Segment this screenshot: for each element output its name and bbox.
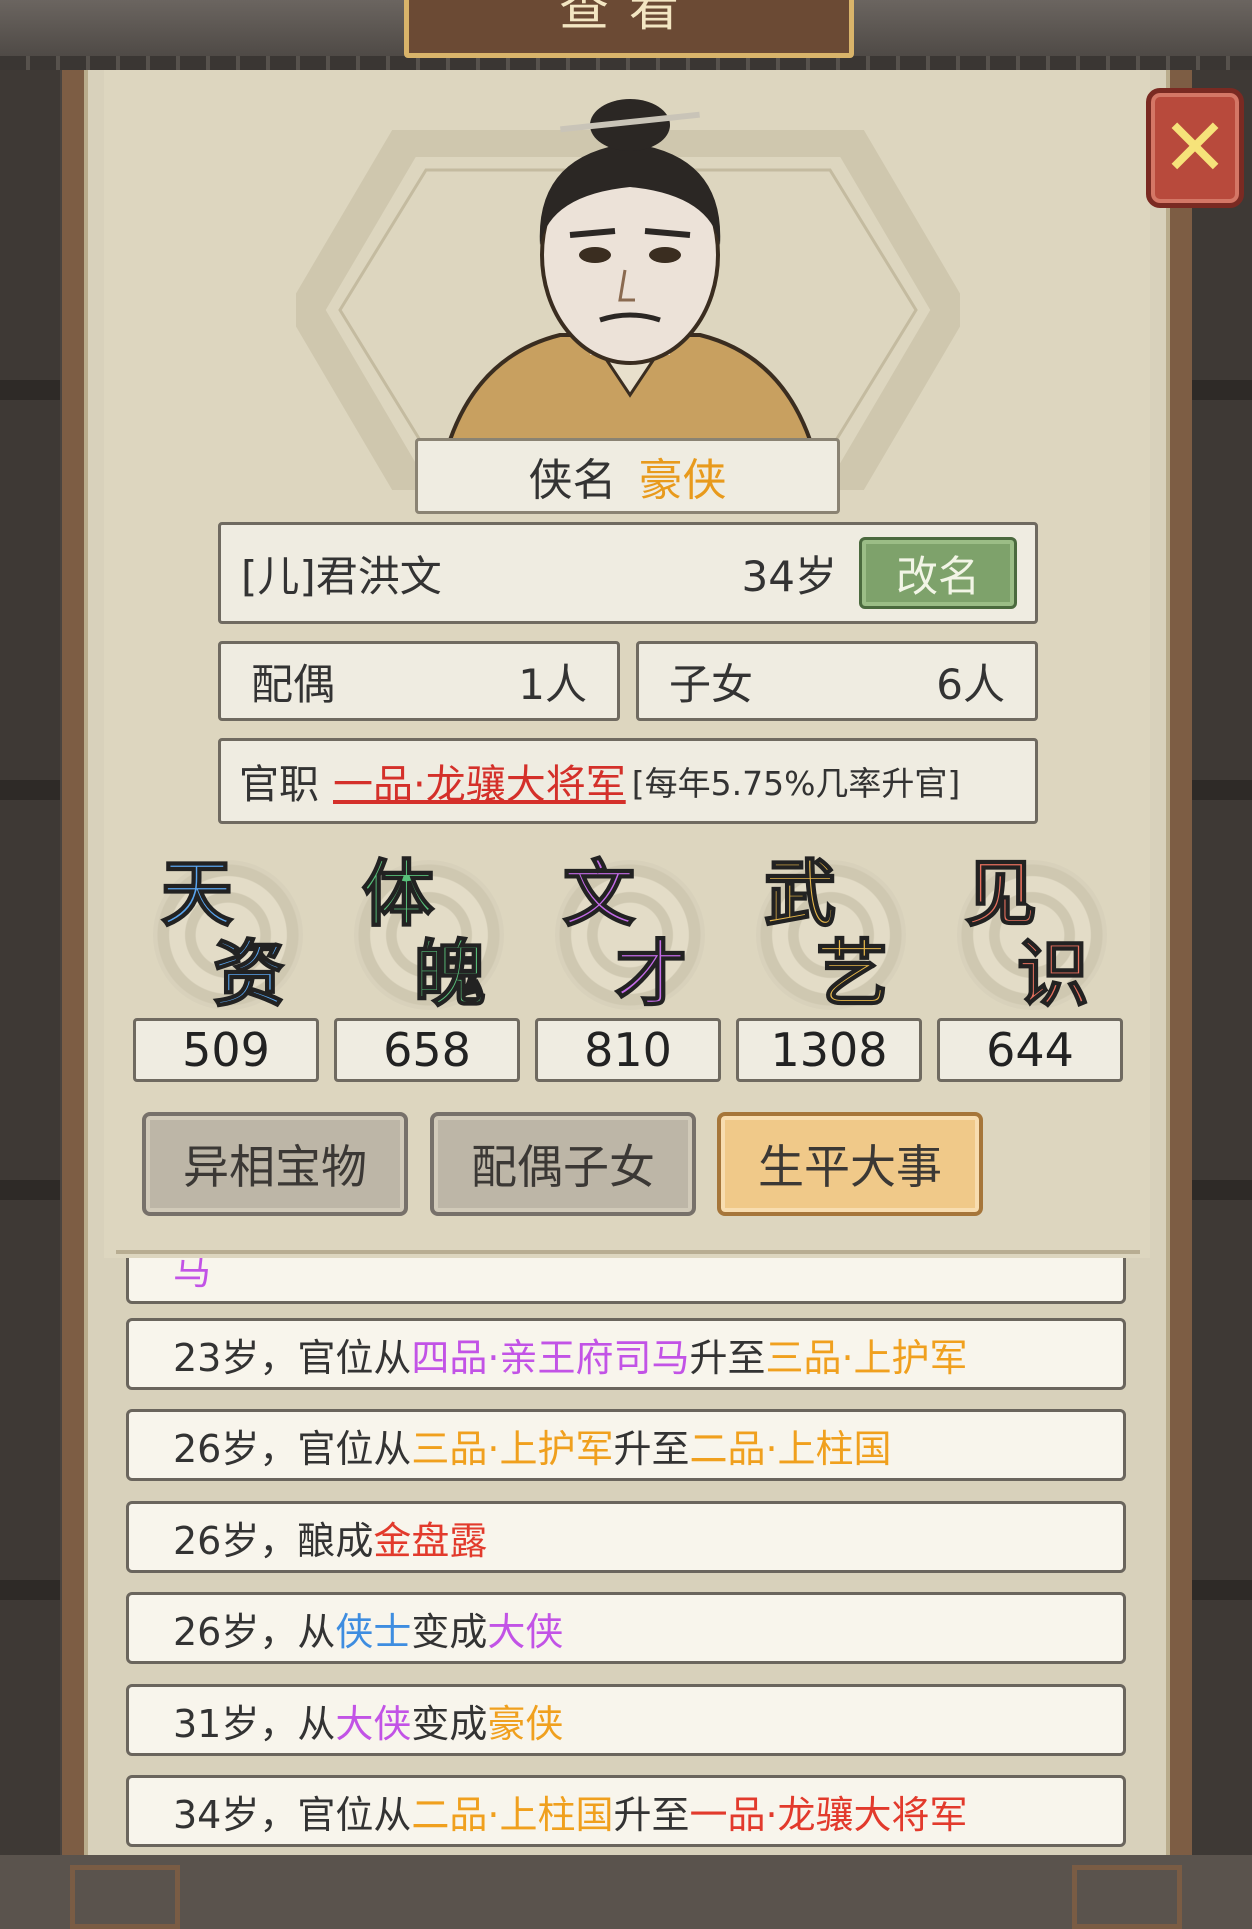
character-name: [儿]君洪文: [241, 551, 442, 601]
list-item: 26岁，酿成 金盘露: [126, 1501, 1126, 1573]
tab-family[interactable]: 配偶子女: [430, 1112, 696, 1216]
list-item: 26岁，从 侠士 变成 大侠: [126, 1592, 1126, 1664]
spouse-row: 配偶 1人: [218, 641, 620, 721]
log-highlight: 大侠: [335, 1701, 412, 1746]
log-highlight: 侠士: [335, 1609, 412, 1654]
background-right: [1192, 0, 1252, 1929]
children-row: 子女 6人: [636, 641, 1038, 721]
title-value: 豪侠: [638, 455, 727, 506]
character-portrait: [447, 99, 813, 440]
list-item: 23岁，官位从 四品·亲王府司马 升至 三品·上护军: [126, 1318, 1126, 1390]
log-text: 升至: [689, 1335, 766, 1380]
children-label: 子女: [669, 659, 754, 709]
log-text: 升至: [613, 1792, 690, 1837]
log-text: 26岁，酿成: [173, 1518, 374, 1563]
stat-value: 658: [334, 1018, 520, 1082]
log-text: 31岁，从: [173, 1701, 336, 1746]
log-text: 34岁，官位从: [173, 1792, 412, 1837]
tab-treasures[interactable]: 异相宝物: [142, 1112, 408, 1216]
window-title-plate: 查看: [404, 0, 854, 58]
children-count: 6人: [936, 659, 1005, 709]
spouse-label: 配偶: [251, 659, 336, 709]
close-icon: ✕: [1161, 101, 1229, 194]
log-text: 26岁，从: [173, 1609, 336, 1654]
stat-char-1: 武: [763, 851, 837, 936]
stat-char-1: 天: [160, 851, 234, 936]
log-text: 26岁，官位从: [173, 1426, 412, 1471]
stat-char-1: 体: [361, 851, 435, 936]
stat-char-1: 文: [562, 851, 636, 936]
rename-button[interactable]: 改名: [859, 537, 1017, 609]
section-divider: [116, 1232, 1140, 1254]
stat-char-2: 识: [1016, 931, 1090, 1016]
promotion-chance: [每年5.75%几率升官]: [631, 764, 961, 803]
spouse-count: 1人: [518, 659, 587, 709]
log-highlight: 二品·上柱国: [689, 1426, 892, 1471]
stat-value: 1308: [736, 1018, 922, 1082]
life-events-list[interactable]: 马 23岁，官位从 四品·亲王府司马 升至 三品·上护军 26岁，官位从 三品·上护军升…: [104, 1258, 1150, 1858]
stat-value: 644: [937, 1018, 1123, 1082]
list-item: 34岁，官位从 二品·上柱国 升至 一品·龙骧大将军: [126, 1775, 1126, 1847]
office-rank-link[interactable]: 一品·龙骧大将军: [333, 752, 626, 810]
stat-value: 810: [535, 1018, 721, 1082]
title-plate: 侠名 豪侠: [415, 438, 840, 514]
stat-insight: 见 识 644: [937, 850, 1123, 1086]
list-item: 马: [126, 1258, 1126, 1304]
stat-literacy: 文 才 810: [535, 850, 721, 1086]
stat-char-2: 艺: [815, 931, 889, 1016]
log-text: 23岁，官位从: [173, 1335, 412, 1380]
title-label: 侠名: [528, 455, 617, 506]
log-text: 变成: [411, 1609, 488, 1654]
stat-martial: 武 艺 1308: [736, 850, 922, 1086]
window-title: 查看: [559, 0, 699, 37]
close-button[interactable]: ✕: [1146, 88, 1244, 208]
background-left: [0, 0, 60, 1929]
tab-life-events[interactable]: 生平大事: [717, 1112, 983, 1216]
log-highlight: 一品·龙骧大将军: [689, 1792, 968, 1837]
stat-char-1: 见: [964, 851, 1038, 936]
log-highlight: 三品·上护军: [765, 1335, 968, 1380]
log-text: 变成: [411, 1701, 488, 1746]
log-text: 马: [173, 1258, 212, 1293]
stat-char-2: 资: [212, 931, 286, 1016]
log-text: 升至: [613, 1426, 690, 1471]
log-highlight: 三品·上护军: [411, 1426, 614, 1471]
log-highlight: 大侠: [487, 1609, 564, 1654]
log-highlight: 豪侠: [487, 1701, 564, 1746]
stat-char-2: 才: [614, 931, 688, 1016]
stat-physique: 体 魄 658: [334, 850, 520, 1086]
list-item: 26岁，官位从 三品·上护军 升至 二品·上柱国: [126, 1409, 1126, 1481]
list-item: 31岁，从 大侠 变成 豪侠: [126, 1684, 1126, 1756]
log-highlight: 二品·上柱国: [411, 1792, 614, 1837]
log-highlight: 四品·亲王府司马: [411, 1335, 690, 1380]
character-age: 34岁: [741, 551, 837, 601]
stat-talent: 天 资 509: [133, 850, 319, 1086]
name-row: [儿]君洪文 34岁 改名: [218, 522, 1038, 624]
office-row: 官职 一品·龙骧大将军 [每年5.75%几率升官]: [218, 738, 1038, 824]
office-label: 官职: [239, 762, 319, 808]
bottom-frame: [0, 1855, 1252, 1929]
stat-char-2: 魄: [413, 931, 487, 1016]
stat-value: 509: [133, 1018, 319, 1082]
log-highlight: 金盘露: [373, 1518, 488, 1563]
